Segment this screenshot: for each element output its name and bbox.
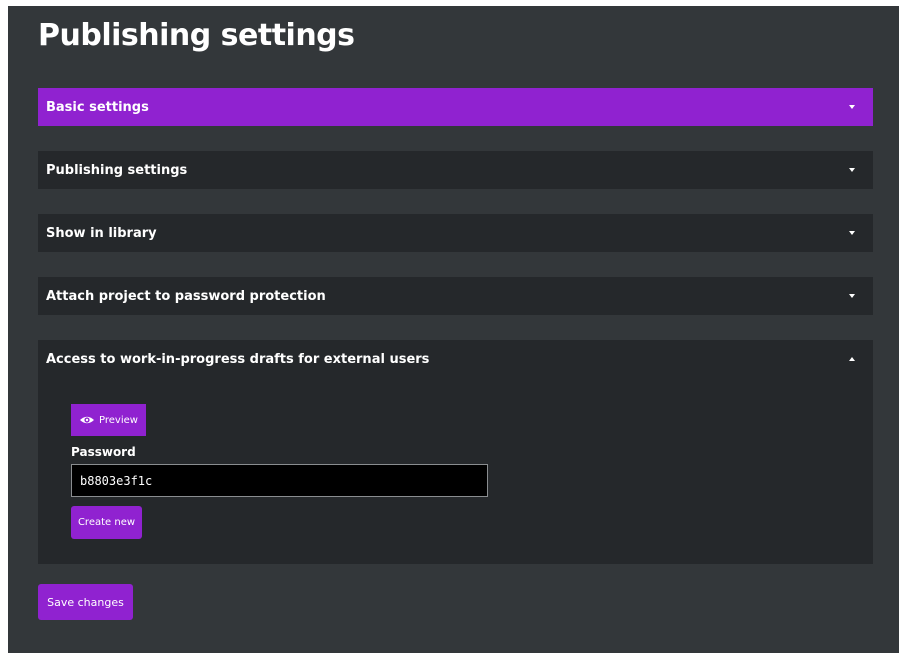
- password-field[interactable]: [71, 464, 488, 497]
- save-changes-button[interactable]: Save changes: [38, 584, 133, 620]
- caret-up-icon: [847, 354, 857, 364]
- caret-down-icon: [847, 291, 857, 301]
- panel-title: Access to work-in-progress drafts for ex…: [46, 351, 430, 367]
- eye-icon: [79, 415, 95, 425]
- settings-page: Publishing settings Basic settings Publi…: [8, 6, 899, 653]
- panel-header-show-in-library[interactable]: Show in library: [38, 214, 873, 252]
- password-label: Password: [71, 445, 136, 459]
- panel-header-publishing-settings[interactable]: Publishing settings: [38, 151, 873, 189]
- panel-title: Show in library: [46, 225, 157, 241]
- caret-down-icon: [847, 102, 857, 112]
- preview-label: Preview: [99, 414, 138, 426]
- panel-title: Basic settings: [46, 99, 149, 115]
- panel-title: Publishing settings: [46, 162, 188, 178]
- preview-button[interactable]: Preview: [71, 404, 146, 436]
- panel-publishing-settings: Publishing settings: [38, 151, 873, 189]
- caret-down-icon: [847, 165, 857, 175]
- panel-show-in-library: Show in library: [38, 214, 873, 252]
- panel-header-password-protection[interactable]: Attach project to password protection: [38, 277, 873, 315]
- panel-title: Attach project to password protection: [46, 288, 326, 304]
- panel-body-draft-access: Preview Password Create new: [38, 378, 873, 564]
- panel-basic-settings: Basic settings: [38, 88, 873, 126]
- caret-down-icon: [847, 228, 857, 238]
- panel-header-basic-settings[interactable]: Basic settings: [38, 88, 873, 126]
- panel-header-draft-access[interactable]: Access to work-in-progress drafts for ex…: [38, 340, 873, 378]
- create-new-button[interactable]: Create new: [71, 506, 142, 539]
- panel-password-protection: Attach project to password protection: [38, 277, 873, 315]
- page-title: Publishing settings: [38, 18, 355, 53]
- panel-draft-access: Access to work-in-progress drafts for ex…: [38, 340, 873, 564]
